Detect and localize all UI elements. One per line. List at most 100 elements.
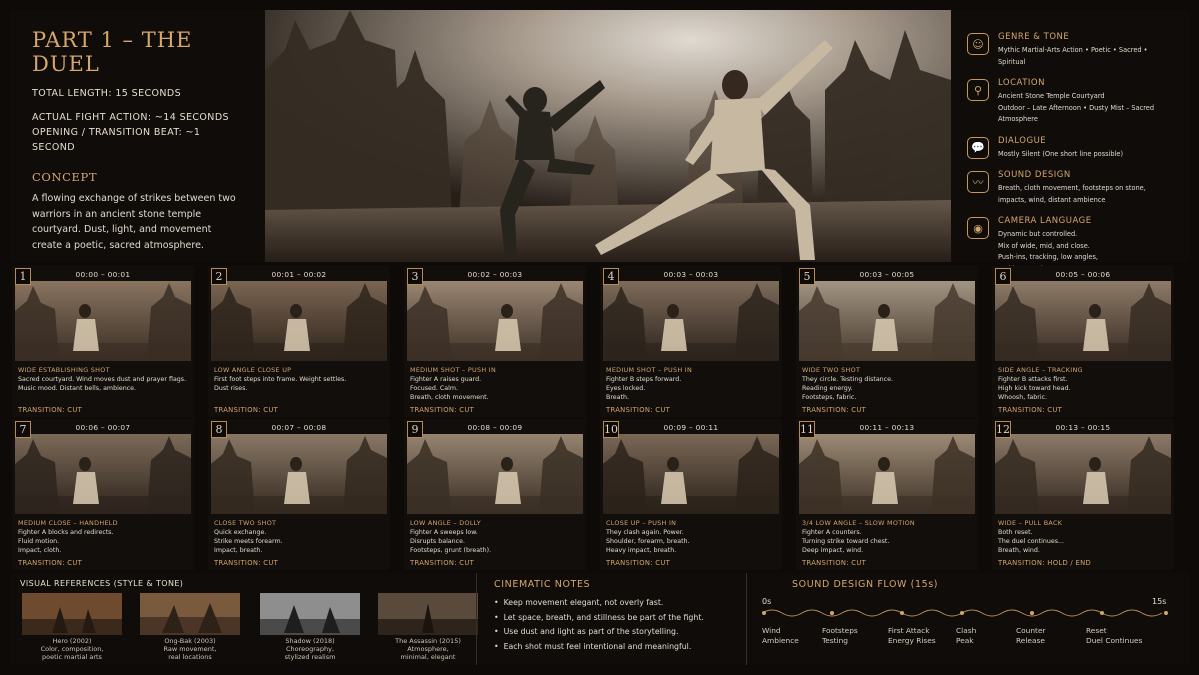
reference-title: The Assassin (2015) [395, 637, 461, 645]
shot-timecode: 00:06 – 00:07 [75, 423, 131, 432]
shot-description: Fighter A raises guard. Focused. Calm. B… [410, 376, 489, 401]
info-text: Ancient Stone Temple Courtyard Outdoor –… [998, 92, 1155, 123]
shot-type: CLOSE UP – PUSH IN [606, 519, 677, 527]
reference-item: Hero (2002) Color, composition, poetic m… [22, 593, 122, 661]
shot-card: 3 00:02 – 00:03 MEDIUM SHOT – PUSH IN Fight… [404, 266, 586, 417]
info-text: Breath, cloth movement, footsteps on sto… [998, 184, 1146, 204]
shot-type: MEDIUM CLOSE – HANDHELD [18, 519, 118, 527]
shot-frame [211, 434, 387, 514]
flow-stage: Counter Release [1016, 626, 1046, 645]
shot-description: Fighter B attacks first. High kick towar… [998, 376, 1071, 401]
shot-timecode: 00:09 – 00:11 [663, 423, 719, 432]
shot-type: CLOSE TWO SHOT [214, 519, 277, 527]
divider [476, 573, 477, 665]
reference-thumbnail [260, 593, 360, 635]
shot-type: MEDIUM SHOT – PUSH IN [606, 366, 693, 374]
info-text: Mythic Martial-Arts Action • Poetic • Sa… [998, 46, 1148, 66]
info-dialogue: 💬 DIALOGUE Mostly Silent (One short line… [967, 136, 1175, 161]
fight-action-length: ACTUAL FIGHT ACTION: ~14 SECONDS [32, 112, 229, 123]
shot-frame [799, 434, 975, 514]
shot-timecode: 00:05 – 00:06 [1055, 270, 1111, 279]
shot-card: 7 00:06 – 00:07 MEDIUM CLOSE – HANDHELD Fig… [12, 419, 194, 570]
storyboard-page: PART 1 – THE DUEL TOTAL LENGTH: 15 SECON… [0, 0, 1199, 675]
shot-transition: TRANSITION: CUT [998, 406, 1063, 414]
shot-transition: TRANSITION: CUT [606, 406, 671, 414]
shot-transition: TRANSITION: CUT [802, 406, 867, 414]
shot-type: WIDE ESTABLISHING SHOT [18, 366, 110, 374]
theater-masks-icon: ☺ [967, 33, 989, 55]
reference-note: Atmosphere, minimal, elegant [400, 645, 456, 661]
shot-card: 12 00:13 – 00:15 WIDE – PULL BACK Both rese… [992, 419, 1174, 570]
shot-type: 3/4 LOW ANGLE – SLOW MOTION [802, 519, 916, 527]
concept-heading: CONCEPT [32, 170, 98, 184]
shot-description: They clash again. Power. Shoulder, forea… [606, 529, 690, 554]
shot-timecode: 00:11 – 00:13 [859, 423, 915, 432]
shot-description: Fighter A counters. Turning strike towar… [802, 529, 890, 554]
shot-frame [15, 281, 191, 361]
shot-type: LOW ANGLE CLOSE UP [214, 366, 292, 374]
shot-card: 8 00:07 – 00:08 CLOSE TWO SHOT Quick exchan… [208, 419, 390, 570]
shot-card: 4 00:03 – 00:03 MEDIUM SHOT – PUSH IN Fight… [600, 266, 782, 417]
info-heading: SOUND DESIGN [998, 170, 1071, 180]
shot-frame [603, 434, 779, 514]
note-item: • Keep movement elegant, not overly fast… [494, 598, 664, 607]
shot-card: 6 00:05 – 00:06 SIDE ANGLE – TRACKING Fight… [992, 266, 1174, 417]
references-heading: VISUAL REFERENCES (STYLE & TONE) [20, 579, 184, 588]
info-heading: CAMERA LANGUAGE [998, 216, 1092, 226]
shot-frame [211, 281, 387, 361]
shot-type: SIDE ANGLE – TRACKING [998, 366, 1083, 374]
flow-heading: SOUND DESIGN FLOW (15s) [792, 579, 939, 590]
reference-thumbnail [140, 593, 240, 635]
shot-transition: TRANSITION: CUT [410, 406, 475, 414]
shot-transition: TRANSITION: CUT [606, 559, 671, 567]
note-item: • Each shot must feel intentional and me… [494, 641, 692, 651]
shot-frame [799, 281, 975, 361]
reference-item: Ong-Bak (2003) Raw movement, real locati… [140, 593, 240, 661]
flow-stage: Clash Peak [956, 626, 977, 645]
flow-stage: Footsteps Testing [822, 626, 858, 645]
shot-transition: TRANSITION: CUT [802, 559, 867, 567]
reference-item: The Assassin (2015) Atmosphere, minimal,… [378, 593, 478, 661]
shot-card: 9 00:08 – 00:09 LOW ANGLE – DOLLY Fighter A… [404, 419, 586, 570]
shot-timecode: 00:03 – 00:05 [859, 270, 915, 279]
shot-frame [995, 434, 1171, 514]
note-item: • Let space, breath, and stillness be pa… [494, 612, 704, 622]
shot-card: 5 00:03 – 00:05 WIDE TWO SHOT They circle. … [796, 266, 978, 417]
shot-type: WIDE – PULL BACK [998, 519, 1063, 527]
shot-timecode: 00:02 – 00:03 [467, 270, 523, 279]
visual-references: VISUAL REFERENCES (STYLE & TONE) Hero (2… [10, 573, 478, 665]
camera-icon: ◉ [967, 217, 989, 239]
reference-title: Hero (2002) [52, 637, 92, 645]
reference-item: Shadow (2018) Choreography, stylized rea… [260, 593, 360, 661]
shot-type: LOW ANGLE – DOLLY [410, 519, 481, 527]
bottom-panel: VISUAL REFERENCES (STYLE & TONE) Hero (2… [10, 573, 1189, 665]
sound-wave-line [762, 609, 1168, 617]
opening-beat-length: OPENING / TRANSITION BEAT: ~1 SECOND [32, 127, 201, 153]
shot-frame [603, 281, 779, 361]
reference-note: Choreography, stylized realism [284, 645, 336, 661]
shot-timecode: 00:01 – 00:02 [271, 270, 327, 279]
shot-description: Both reset. The duel continues... Breath… [998, 529, 1064, 554]
info-location: ⚲ LOCATION Ancient Stone Temple Courtyar… [967, 78, 1175, 126]
concept-text: A flowing exchange of strikes between tw… [32, 193, 236, 251]
shot-type: WIDE TWO SHOT [802, 366, 861, 374]
info-text: Mostly Silent (One short line possible) [998, 149, 1124, 158]
flow-stage: Reset Duel Continues [1086, 626, 1143, 645]
shot-timecode: 00:08 – 00:09 [467, 423, 523, 432]
cinematic-notes: CINEMATIC NOTES • Keep movement elegant,… [484, 573, 746, 665]
shot-transition: TRANSITION: CUT [18, 406, 83, 414]
shot-description: They circle. Testing distance. Reading e… [802, 376, 894, 401]
shot-description: Fighter B steps forward. Eyes locked. Br… [606, 376, 682, 401]
shot-description: Fighter A sweeps low. Disrupts balance. … [410, 529, 492, 554]
reference-title: Shadow (2018) [285, 637, 335, 645]
shot-card: 1 00:00 – 00:01 WIDE ESTABLISHING SHOT Sacr… [12, 266, 194, 417]
shot-frame [15, 434, 191, 514]
shot-transition: TRANSITION: CUT [214, 406, 279, 414]
page-title: PART 1 – THE DUEL [32, 28, 193, 76]
info-heading: LOCATION [998, 78, 1045, 88]
shot-card: 10 00:09 – 00:11 CLOSE UP – PUSH IN They cl… [600, 419, 782, 570]
shot-type: MEDIUM SHOT – PUSH IN [410, 366, 497, 374]
shot-description: First foot steps into frame. Weight sett… [214, 376, 347, 392]
shot-description: Sacred courtyard. Wind moves dust and pr… [18, 376, 187, 392]
shot-transition: TRANSITION: CUT [410, 559, 475, 567]
